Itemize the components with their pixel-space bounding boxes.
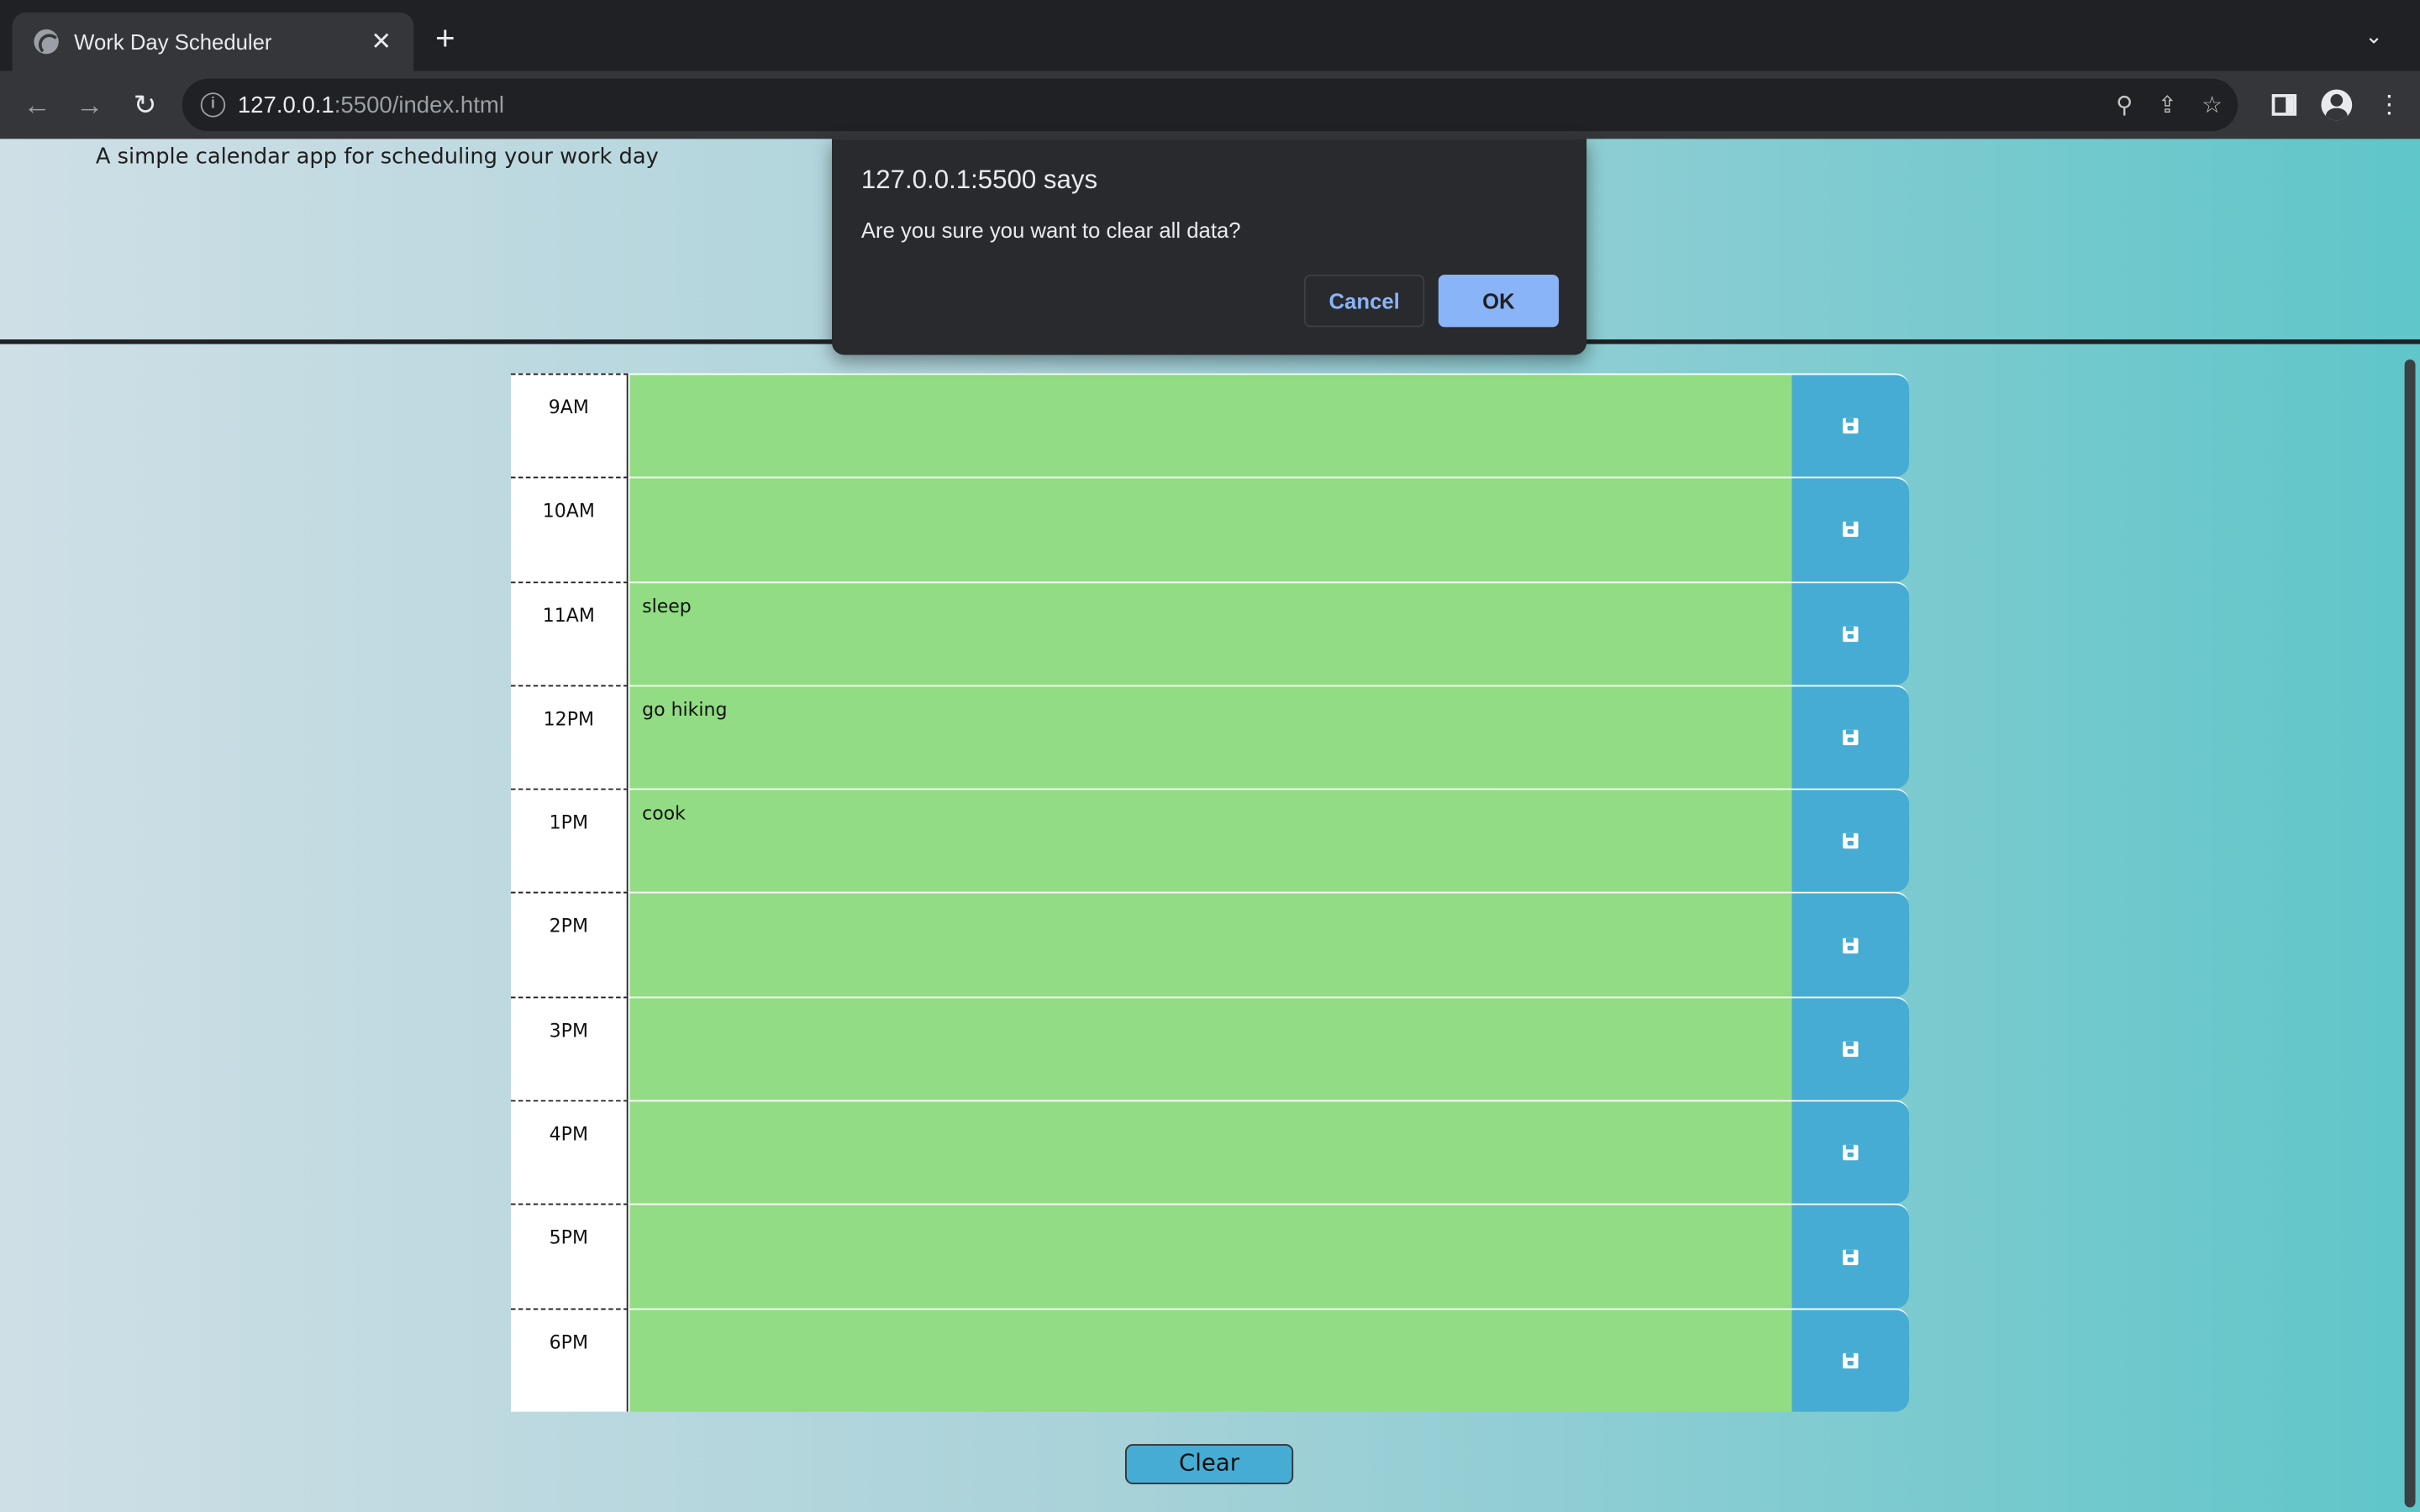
time-block-row: 12PM go hiking (510, 685, 1910, 789)
cancel-button[interactable]: Cancel (1304, 274, 1425, 328)
forward-arrow-icon[interactable]: → (71, 87, 108, 123)
event-description-input[interactable] (628, 996, 1792, 1100)
event-description-input[interactable]: cook (628, 788, 1792, 893)
hour-label: 12PM (510, 685, 629, 789)
page-lead: A simple calendar app for scheduling you… (95, 144, 659, 171)
floppy-disk-icon (1843, 1041, 1859, 1058)
hour-label: 2PM (510, 892, 629, 997)
confirm-dialog: 127.0.0.1:5500 says Are you sure you wan… (832, 139, 1587, 355)
share-icon[interactable]: ⇪ (2158, 91, 2177, 118)
side-panel-icon[interactable] (2271, 94, 2297, 116)
save-button[interactable] (1791, 685, 1910, 789)
hour-label: 1PM (510, 788, 629, 893)
save-button[interactable] (1791, 996, 1910, 1100)
site-info-icon[interactable]: i (200, 92, 226, 118)
hour-label: 4PM (510, 1100, 629, 1205)
event-description-input[interactable] (628, 892, 1792, 997)
dialog-title: 127.0.0.1:5500 says (860, 165, 1098, 195)
hour-label: 10AM (510, 477, 629, 581)
url-host: 127.0.0.1 (237, 92, 334, 118)
save-button[interactable] (1791, 788, 1910, 893)
hour-label: 6PM (510, 1307, 629, 1412)
kebab-menu-icon[interactable]: ⋮ (2377, 90, 2402, 121)
zoom-icon[interactable]: ⚲ (2116, 91, 2133, 118)
time-block-row: 5PM (510, 1204, 1910, 1308)
browser-toolbar: ← → ↻ i 127.0.0.1:5500/index.html ⚲ ⇪ ☆ … (0, 71, 2420, 139)
floppy-disk-icon (1843, 937, 1859, 953)
hour-label: 11AM (510, 580, 629, 685)
save-button[interactable] (1791, 477, 1910, 581)
save-button[interactable] (1791, 580, 1910, 685)
event-description-input[interactable] (628, 373, 1792, 478)
floppy-disk-icon (1843, 1352, 1859, 1368)
scrollbar-thumb[interactable] (2404, 359, 2416, 1508)
time-block-row: 4PM (510, 1100, 1910, 1205)
new-tab-button[interactable]: + (435, 21, 455, 55)
event-description-input[interactable]: sleep (628, 580, 1792, 685)
profile-avatar-icon[interactable] (2321, 89, 2353, 121)
time-block-row: 1PM cook (510, 788, 1910, 893)
time-block-row: 9AM (510, 373, 1910, 478)
save-button[interactable] (1791, 892, 1910, 997)
bookmark-star-icon[interactable]: ☆ (2202, 91, 2223, 118)
event-description-input[interactable] (628, 1307, 1792, 1412)
floppy-disk-icon (1843, 729, 1859, 746)
clear-button[interactable]: Clear (1124, 1444, 1294, 1484)
address-bar[interactable]: i 127.0.0.1:5500/index.html ⚲ ⇪ ☆ (182, 78, 2238, 132)
hour-label: 3PM (510, 996, 629, 1100)
tab-title: Work Day Scheduler (74, 29, 272, 55)
event-description-input[interactable] (628, 1204, 1792, 1308)
save-button[interactable] (1791, 373, 1910, 478)
event-description-input[interactable] (628, 477, 1792, 581)
save-button[interactable] (1791, 1307, 1910, 1412)
scheduler-container: 9AM 10AM 11AM sleep 12PM go hiking 1PM cook 2PM 3… (510, 373, 1910, 1412)
dialog-message: Are you sure you want to clear all data? (860, 217, 1241, 243)
floppy-disk-icon (1843, 833, 1859, 849)
time-block-row: 2PM (510, 892, 1910, 997)
page-scrollbar[interactable] (2402, 354, 2420, 1512)
globe-icon (34, 29, 60, 56)
floppy-disk-icon (1843, 1145, 1859, 1161)
ok-button[interactable]: OK (1438, 274, 1560, 328)
event-description-input[interactable]: go hiking (628, 685, 1792, 789)
reload-icon[interactable]: ↻ (127, 87, 164, 123)
time-block-row: 11AM sleep (510, 580, 1910, 685)
back-arrow-icon[interactable]: ← (18, 87, 55, 123)
tab-strip: Work Day Scheduler ✕ + ⌄ (0, 0, 2420, 71)
hour-label: 5PM (510, 1204, 629, 1308)
time-block-row: 6PM (510, 1307, 1910, 1412)
tab-search-icon[interactable]: ⌄ (2365, 24, 2383, 50)
floppy-disk-icon (1843, 1248, 1859, 1265)
save-button[interactable] (1791, 1100, 1910, 1205)
browser-tab[interactable]: Work Day Scheduler ✕ (12, 12, 414, 71)
floppy-disk-icon (1843, 522, 1859, 538)
floppy-disk-icon (1843, 418, 1859, 434)
event-description-input[interactable] (628, 1100, 1792, 1205)
hour-label: 9AM (510, 373, 629, 478)
save-button[interactable] (1791, 1204, 1910, 1308)
time-block-row: 10AM (510, 477, 1910, 581)
floppy-disk-icon (1843, 626, 1859, 642)
time-block-row: 3PM (510, 996, 1910, 1100)
url-path: :5500/index.html (334, 92, 504, 118)
close-tab-icon[interactable]: ✕ (367, 26, 395, 57)
